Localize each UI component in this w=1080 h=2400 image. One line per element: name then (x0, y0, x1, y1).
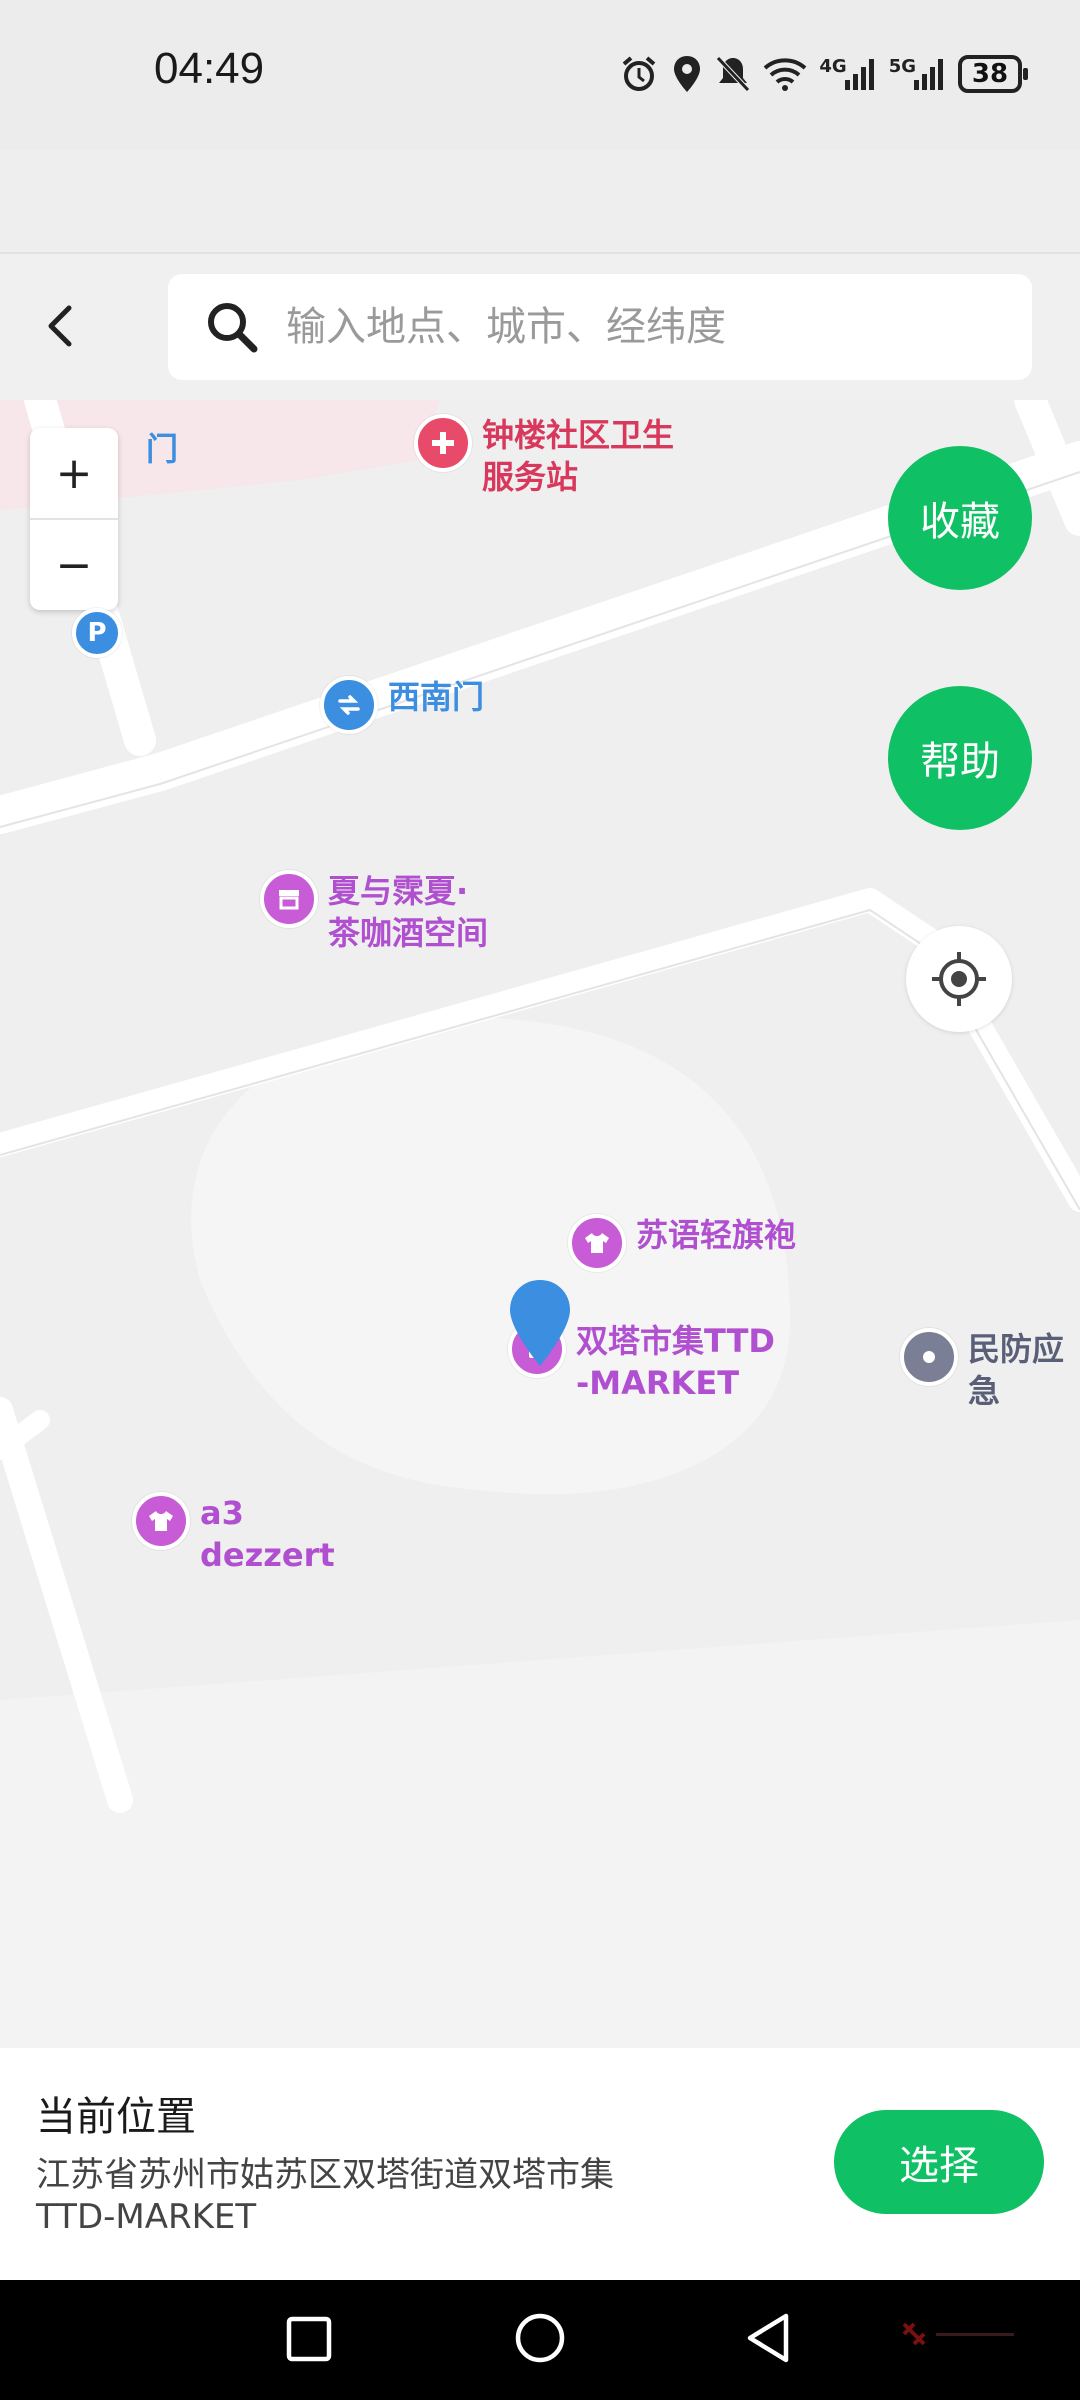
search-input[interactable] (284, 303, 988, 351)
chevron-left-icon (48, 305, 72, 347)
system-nav-bar (0, 2280, 1080, 2400)
map-base-layer (0, 400, 1080, 2048)
zoom-out-button[interactable]: − (30, 520, 118, 610)
search-header (0, 252, 1080, 402)
crosshair-icon (932, 952, 986, 1006)
clothing-icon (132, 1492, 190, 1550)
mute-icon (715, 54, 751, 94)
poi-a3-dezzert[interactable]: a3 dezzert (132, 1492, 335, 1576)
poi-clinic[interactable]: 钟楼社区卫生 服务站 (414, 414, 674, 498)
current-location-title: 当前位置 (36, 2094, 196, 2140)
parking-icon: P (72, 608, 122, 658)
back-icon[interactable] (744, 2312, 792, 2368)
back-button[interactable] (32, 290, 88, 362)
help-button[interactable]: 帮助 (888, 686, 1032, 830)
search-icon (208, 303, 258, 353)
poi-label: 钟楼社区卫生 服务站 (482, 416, 675, 496)
poi-label: 双塔市集TTD -MARKET (576, 1322, 775, 1402)
favorite-button[interactable]: 收藏 (888, 446, 1032, 590)
location-icon (671, 54, 703, 94)
poi-civil-defense[interactable]: 民防应急 (900, 1328, 1080, 1412)
poi-qipao-shop[interactable]: 苏语轻旗袍 (568, 1214, 796, 1272)
status-icons: 4G 5G 38 (619, 52, 1028, 96)
map-view[interactable]: + − P 门 钟楼社区卫生 服务站 西南门 夏与霂夏· 茶咖酒空间 苏语轻旗袍 (0, 400, 1080, 2048)
signal-5g-icon: 5G (889, 56, 946, 92)
parking-marker[interactable]: P (72, 608, 122, 658)
search-box[interactable] (168, 274, 1032, 380)
wifi-icon (763, 56, 807, 92)
current-location-address: 江苏省苏州市姑苏区双塔街道双塔市集TTD-MARKET (36, 2155, 614, 2237)
status-time: 04:49 (154, 44, 265, 93)
location-panel: 当前位置 江苏省苏州市姑苏区双塔街道双塔市集TTD-MARKET 选择 (0, 2048, 1080, 2280)
poi-label: 民防应急 (968, 1330, 1065, 1410)
home-icon[interactable] (514, 2312, 566, 2368)
status-bar: 04:49 4G 5G 38 (0, 0, 1080, 150)
dot-icon (900, 1328, 958, 1386)
gate-icon (320, 676, 378, 734)
shop-icon (260, 870, 318, 928)
poi-label: 门 (146, 430, 179, 468)
poi-southwest-gate[interactable]: 西南门 (320, 676, 484, 734)
poi-gate[interactable]: 门 (28, 428, 178, 470)
recent-apps-icon[interactable] (286, 2316, 332, 2366)
poi-label: a3 dezzert (200, 1494, 335, 1574)
signal-4g-icon: 4G (819, 56, 876, 92)
poi-label: 夏与霂夏· 茶咖酒空间 (328, 872, 489, 952)
poi-label: 苏语轻旗袍 (636, 1216, 797, 1254)
locate-me-button[interactable] (906, 926, 1012, 1032)
location-pin-marker[interactable] (508, 1278, 572, 1372)
battery-icon: 38 (958, 55, 1028, 93)
select-button[interactable]: 选择 (834, 2110, 1044, 2214)
medical-cross-icon (414, 414, 472, 472)
alarm-icon (619, 54, 659, 94)
poi-cafe[interactable]: 夏与霂夏· 茶咖酒空间 (260, 870, 488, 954)
poi-label: 西南门 (388, 678, 485, 716)
map-pin-icon (510, 1280, 570, 1366)
clothing-icon (568, 1214, 626, 1272)
watermark-logo (900, 2320, 1016, 2350)
